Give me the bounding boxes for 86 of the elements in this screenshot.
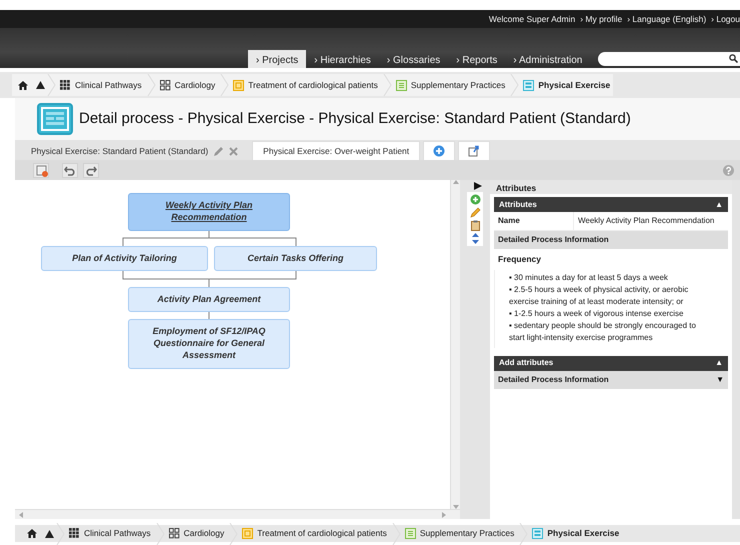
process-node[interactable]: Certain Tasks Offering (214, 246, 377, 271)
section-header[interactable]: Add attributes ▲ (494, 356, 728, 371)
nav-tab[interactable]: › Projects (248, 50, 306, 68)
print-button[interactable] (33, 162, 49, 178)
up-icon (36, 81, 45, 89)
breadcrumb-link[interactable]: Treatment of cardiological patients (230, 78, 381, 92)
nav-tab[interactable]: › Hierarchies (306, 50, 379, 68)
breadcrumb-link[interactable]: Cardiology (156, 78, 218, 92)
tab[interactable]: Physical Exercise: Over-weight Patient (252, 141, 420, 160)
vertical-scrollbar[interactable] (450, 180, 460, 509)
squares-icon (160, 80, 171, 90)
clipboard-icon[interactable] (470, 220, 480, 231)
horizontal-scrollbar[interactable] (15, 509, 460, 519)
header-link[interactable]: › Language (English) (627, 12, 706, 26)
right-arrow-icon (442, 512, 446, 518)
list-icon (404, 528, 416, 539)
section-header[interactable]: Attributes ▲ (494, 197, 728, 212)
home-icon (27, 529, 37, 538)
home-icon (18, 80, 28, 90)
header-link[interactable]: Welcome Super Admin (488, 12, 576, 26)
bullet-text: ▪ 1-2.5 hours a week of vigorous intense exercise (509, 308, 684, 320)
add-icon[interactable] (470, 194, 480, 205)
attribute-value: Weekly Activity Plan Recommendation (577, 215, 716, 227)
breadcrumb-link[interactable]: Clinical Pathways (66, 527, 154, 540)
group-header: Detailed Process Information (494, 231, 728, 249)
connector-line (208, 312, 210, 320)
print-icon (34, 164, 48, 176)
grid-icon (60, 80, 71, 90)
redo-button[interactable] (83, 162, 99, 178)
toggle-icon[interactable]: ▲ (715, 198, 723, 210)
squares-icon (168, 528, 180, 539)
grid-icon (69, 528, 80, 539)
process-node[interactable]: Weekly Activity Plan Recommendation (128, 193, 290, 231)
group-title: Detailed Process Information (498, 374, 609, 386)
attribute-label: Name (494, 212, 574, 230)
page-title: Detail process - Physical Exercise - Physical Exercise: Standard Patient (Standard) (79, 110, 631, 128)
section-title: Add attributes (499, 357, 554, 370)
reorder-icon[interactable] (470, 233, 480, 244)
redo-icon (84, 164, 98, 176)
export-icon (468, 145, 480, 157)
expand-icon[interactable] (474, 182, 482, 190)
process-icon (37, 103, 73, 135)
folder-icon (233, 80, 244, 90)
bullet-text: ▪ 30 minutes a day for at least 5 days a week (509, 272, 669, 284)
help-icon[interactable] (723, 164, 734, 176)
panel-heading: Attributes (490, 180, 732, 194)
nav-tab[interactable]: › Reports (448, 50, 506, 68)
add-tab-button[interactable] (423, 141, 456, 160)
pencil-icon (213, 146, 224, 156)
toggle-icon[interactable]: ▼ (716, 374, 724, 386)
breadcrumb-link[interactable]: Cardiology (166, 527, 228, 540)
process-icon (532, 528, 544, 539)
section-title: Attributes (499, 198, 537, 210)
nav-tab[interactable]: › Administration (505, 50, 590, 68)
nav-tab[interactable]: › Glossaries (378, 50, 448, 68)
bullet-text: ▪ sedentary people should be strongly encouraged to start light-intensity exercise programmes (509, 320, 697, 344)
pencil-icon[interactable] (470, 207, 480, 218)
process-node[interactable]: Activity Plan Agreement (128, 287, 290, 312)
undo-button[interactable] (62, 162, 78, 178)
header-link[interactable]: › Logou (711, 12, 740, 26)
up-icon (45, 530, 54, 538)
left-arrow-icon (19, 512, 23, 518)
toggle-icon[interactable]: ▲ (715, 357, 723, 370)
search-icon (729, 54, 738, 63)
down-arrow-icon (452, 505, 458, 509)
export-tab-button[interactable] (458, 141, 490, 160)
field-label: Frequency (497, 253, 542, 266)
breadcrumb-link[interactable]: Supplementary Practices (402, 527, 518, 540)
undo-icon (64, 164, 76, 176)
close-icon (229, 146, 238, 156)
bullet-text: ▪ 2.5-5 hours a week of physical activity, or aerobic exercise training of at least moderate intensity; or (509, 284, 690, 308)
breadcrumb-link[interactable]: Supplementary Practices (392, 78, 508, 92)
list-icon (396, 80, 407, 90)
breadcrumb-link[interactable]: Physical Exercise (529, 527, 622, 540)
search-field[interactable] (598, 52, 740, 66)
folder-icon (242, 528, 254, 539)
process-node[interactable]: Employment of SF12/IPAQ Questionnaire for General Assessment (128, 319, 290, 369)
header-link[interactable]: › My profile (580, 12, 622, 26)
group-header[interactable]: Detailed Process Information ▼ (494, 370, 728, 389)
process-icon (523, 80, 534, 90)
breadcrumb-link[interactable]: Physical Exercise (520, 78, 614, 92)
breadcrumb-link[interactable]: Clinical Pathways (57, 78, 145, 92)
add-icon (433, 145, 446, 157)
up-arrow-icon (452, 180, 458, 184)
breadcrumb-link[interactable]: Treatment of cardiological patients (239, 527, 390, 540)
process-node[interactable]: Plan of Activity Tailoring (41, 246, 208, 271)
